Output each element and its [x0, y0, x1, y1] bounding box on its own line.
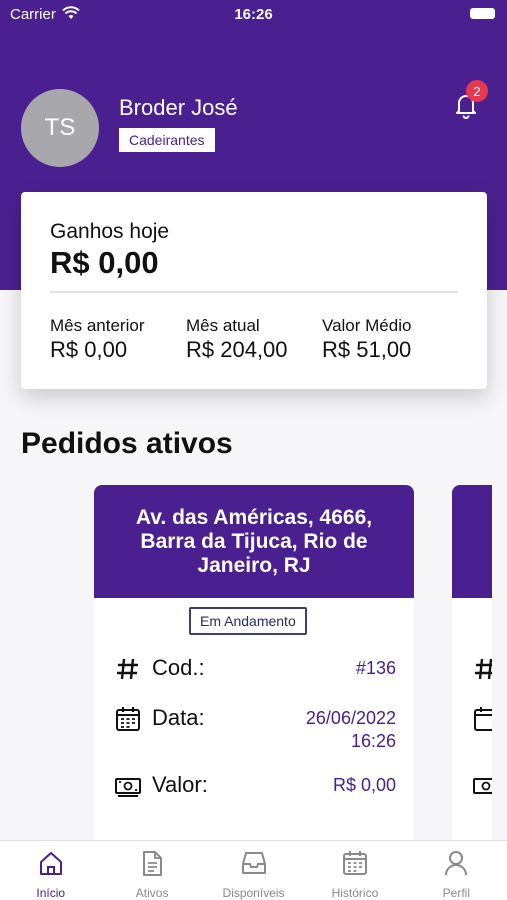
order-date: 26/06/2022: [305, 708, 396, 728]
tab-bar: Início Ativos Disponíveis Histórico Perf…: [0, 840, 507, 900]
notification-count-badge: 2: [466, 80, 488, 102]
home-icon: [39, 852, 62, 875]
order-address: Av. das Américas, 4666, Barra da Tijuca,…: [135, 505, 373, 577]
tab-perfil[interactable]: Perfil: [406, 841, 507, 900]
stat-value: R$ 51,00: [322, 337, 412, 362]
avatar[interactable]: TS: [21, 89, 99, 167]
tab-inicio[interactable]: Início: [0, 841, 101, 900]
battery-icon: [470, 8, 495, 19]
person-icon: [445, 851, 468, 876]
earnings-today-value: R$ 0,00: [50, 245, 159, 280]
money-icon: [473, 778, 492, 794]
earnings-card: Ganhos hoje R$ 0,00 Mês anterior R$ 0,00…: [21, 192, 487, 389]
section-title: Pedidos ativos: [21, 427, 233, 460]
inbox-icon: [241, 852, 266, 874]
tab-disponiveis[interactable]: Disponíveis: [203, 841, 304, 900]
order-card-header: Av. das Américas, 4666, Barra da Tijuca,…: [94, 485, 414, 598]
stat-previous-month: Mês anterior R$ 0,00: [50, 316, 144, 363]
earnings-today-label: Ganhos hoje: [50, 220, 170, 243]
stat-label: Mês atual: [186, 316, 260, 335]
tab-historico[interactable]: Histórico: [304, 841, 405, 900]
tab-label: Histórico: [331, 886, 379, 900]
order-code-label: Cod.:: [152, 655, 205, 680]
stat-label: Valor Médio: [322, 316, 412, 335]
stat-label: Mês anterior: [50, 316, 145, 335]
stat-average-value: Valor Médio R$ 51,00: [322, 316, 411, 363]
user-name: Broder José: [119, 95, 238, 120]
money-icon: [115, 778, 141, 797]
tab-label: Perfil: [442, 886, 470, 900]
order-code-value: #136: [355, 658, 396, 678]
order-card-peek[interactable]: [452, 485, 492, 845]
order-card[interactable]: Av. das Américas, 4666, Barra da Tijuca,…: [94, 485, 414, 845]
order-date-row: Data: 26/06/2022 16:26: [114, 705, 396, 755]
document-icon: [143, 851, 163, 876]
tab-label: Início: [36, 886, 66, 900]
tab-label: Disponíveis: [222, 886, 285, 900]
order-card-peek-header: [452, 485, 492, 598]
user-category-badge: Cadeirantes: [119, 128, 215, 152]
status-bar: Carrier 16:26: [0, 0, 507, 28]
status-time: 16:26: [234, 6, 273, 23]
stat-value: R$ 0,00: [50, 337, 128, 362]
tab-ativos[interactable]: Ativos: [101, 841, 202, 900]
earnings-divider: [50, 291, 458, 293]
order-value-row: Valor: R$ 0,00: [114, 772, 396, 802]
calendar-icon: [116, 707, 140, 731]
stat-value: R$ 204,00: [186, 337, 288, 362]
order-code-row: Cod.: #136: [114, 655, 396, 685]
tab-label: Ativos: [135, 886, 169, 900]
calendar-icon: [342, 851, 367, 875]
order-date-label: Data:: [152, 705, 205, 730]
order-time: 16:26: [350, 731, 396, 751]
avatar-initials: TS: [44, 114, 76, 141]
order-status-badge: Em Andamento: [189, 607, 307, 635]
order-value-value: R$ 0,00: [332, 775, 396, 795]
calendar-icon: [474, 707, 492, 731]
order-value-label: Valor:: [152, 772, 208, 797]
order-date-value: 26/06/2022 16:26: [306, 707, 396, 753]
hash-icon: [117, 658, 138, 680]
hash-icon: [475, 658, 492, 680]
stat-current-month: Mês atual R$ 204,00: [186, 316, 288, 363]
